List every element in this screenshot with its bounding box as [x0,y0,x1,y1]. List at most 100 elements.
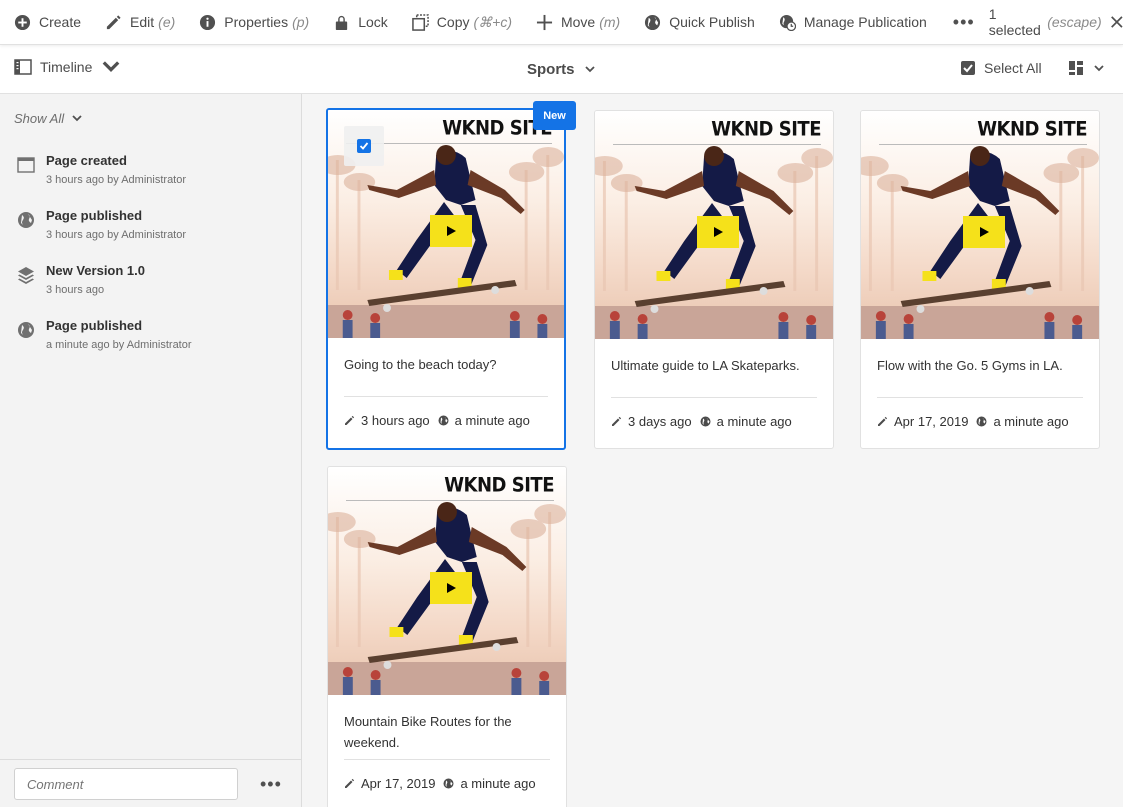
globe-icon [443,778,454,789]
card-meta: Apr 17, 2019 a minute ago [328,760,566,807]
copy-shortcut: (⌘+c) [473,13,512,30]
page-title: Sports [527,61,575,78]
properties-button[interactable]: Properties (p) [187,0,321,45]
rail-toggle-button[interactable]: Timeline [14,59,128,75]
card-view-icon [1069,61,1083,75]
brand-logo: WKND SITE [711,117,821,142]
page-title-selector[interactable]: Sports [527,61,595,78]
manage-publication-button[interactable]: Manage Publication [767,0,939,45]
filter-label: Show All [14,111,65,126]
play-icon [447,583,456,593]
timeline-filter[interactable]: Show All [14,111,82,126]
pencil-icon [345,415,355,425]
timeline-item[interactable]: Page published 3 hours ago by Administrat… [16,208,186,243]
more-actions-button[interactable]: ••• [939,12,989,33]
timeline-item[interactable]: New Version 1.0 3 hours ago [16,263,145,298]
timeline-item-title: Page created [46,153,127,168]
pencil-icon [106,14,121,29]
edit-button[interactable]: Edit (e) [93,0,187,45]
card-meta: Apr 17, 2019 a minute ago [861,398,1099,445]
move-icon [536,14,553,30]
properties-shortcut: (p) [292,14,310,30]
view-switcher[interactable] [1068,60,1104,76]
pencil-icon [612,416,622,426]
page-card[interactable]: WKND SITE Mountain Bike Routes for the w… [327,466,567,807]
comment-input[interactable] [14,768,238,800]
timeline-item[interactable]: Page published a minute ago by Administra… [16,318,192,353]
card-thumbnail: WKND SITE [595,111,833,339]
copy-icon [411,13,429,31]
play-button[interactable] [430,215,472,247]
page-icon [17,157,35,173]
properties-label: Properties [224,14,289,30]
play-button[interactable] [963,216,1005,248]
edit-label: Edit [130,14,155,30]
create-label: Create [39,14,82,30]
play-icon [447,226,456,236]
timeline-item[interactable]: Page created 3 hours ago by Administrator [16,153,186,188]
globe-clock-icon [779,14,796,31]
timeline-rail: Show All Page created 3 hours ago by Admi… [0,94,302,807]
card-checkbox[interactable] [344,126,384,166]
move-button[interactable]: Move (m) [524,0,632,45]
timeline-item-meta: 3 hours ago [46,284,105,296]
move-label: Move [560,14,596,30]
play-button[interactable] [430,572,472,604]
checkmark-icon [359,142,369,150]
card-published: a minute ago [716,414,792,429]
card-title: Flow with the Go. 5 Gyms in LA. [877,358,1063,373]
copy-button[interactable]: Copy (⌘+c) [400,0,524,45]
quick-publish-button[interactable]: Quick Publish [632,0,767,45]
action-bar: Create Edit (e) Properties (p) Lock Copy… [0,0,1123,45]
lock-button[interactable]: Lock [321,0,400,45]
select-all-button[interactable]: Select All [960,60,1042,76]
edit-shortcut: (e) [158,14,176,30]
manage-publication-label: Manage Publication [803,14,927,30]
card-modified: Apr 17, 2019 [894,414,969,429]
thumb-rule [879,144,1087,145]
timeline-item-meta: 3 hours ago by Administrator [46,229,187,241]
page-card[interactable]: WKND SITE Flow with the Go. 5 Gyms in LA… [860,110,1100,449]
rail-divider [0,759,301,760]
globe-icon [438,415,449,426]
thumb-rule [346,500,554,501]
timeline-item-title: New Version 1.0 [46,263,145,278]
close-icon[interactable] [1110,14,1123,30]
header-bar: Timeline Sports Select All [0,45,1123,94]
selection-count: 1 selected [988,6,1041,38]
selection-hint: (escape) [1047,14,1102,30]
play-icon [980,227,989,237]
card-title: Ultimate guide to LA Skateparks. [611,358,800,373]
play-button[interactable] [697,216,739,248]
timeline-item-meta: 3 hours ago by Administrator [46,174,187,186]
card-modified: 3 hours ago [361,413,430,428]
thumb-rule [613,144,821,145]
card-modified: Apr 17, 2019 [361,776,436,791]
globe-icon [18,212,34,228]
create-button[interactable]: Create [0,0,93,45]
chevron-down-icon [584,66,595,73]
chevron-down-icon [72,115,82,122]
add-circle-icon [14,14,31,30]
page-card[interactable]: WKND SITE Ultimate guide to LA Skatepark… [594,110,834,449]
timeline-item-title: Page published [46,208,143,223]
page-card[interactable]: WKND SITE Going to the beach today? 3 ho… [326,108,566,450]
chevron-down-icon [103,61,120,72]
globe-icon [976,416,987,427]
copy-label: Copy [436,14,470,30]
card-published: a minute ago [454,413,530,428]
comment-more-button[interactable]: ••• [260,774,282,795]
new-badge: New [533,101,576,130]
info-icon [200,14,216,30]
card-title: Mountain Bike Routes for the weekend. [344,714,512,750]
move-shortcut: (m) [599,14,621,30]
timeline-item-title: Page published [46,318,143,333]
pencil-icon [878,416,888,426]
globe-icon [645,14,661,30]
card-meta: 3 hours ago a minute ago [328,397,564,444]
rail-toggle-label: Timeline [40,59,93,75]
card-modified: 3 days ago [628,414,692,429]
checkbox-checked [357,139,371,153]
layers-icon [18,267,34,284]
brand-logo: WKND SITE [977,117,1087,142]
